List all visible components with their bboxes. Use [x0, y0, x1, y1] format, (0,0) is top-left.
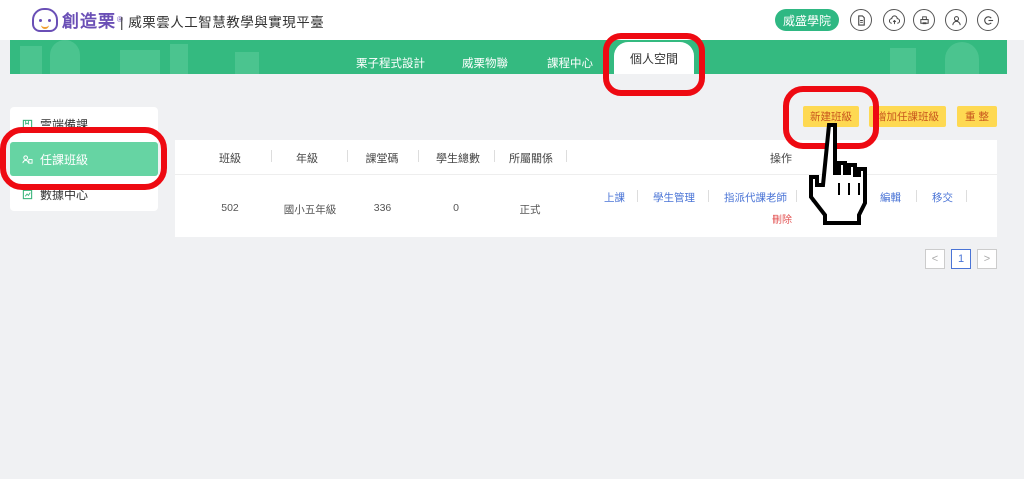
table-header-students: 學生總數 [436, 153, 480, 165]
cell-grade: 國小五年級 [283, 204, 337, 216]
op-assign-substitute[interactable]: 指派代課老師 [724, 190, 787, 205]
highlight-ring-classes [0, 127, 167, 190]
nav-tab-coding[interactable]: 栗子程式設計 [356, 55, 425, 71]
print-icon[interactable] [913, 9, 935, 31]
pagination-page-1[interactable]: 1 [951, 249, 971, 269]
cell-students: 0 [453, 202, 459, 214]
op-start-class[interactable]: 上課 [604, 190, 625, 205]
nav-tab-iot[interactable]: 威栗物聯 [462, 55, 508, 71]
logo[interactable]: 創造栗 ® [32, 7, 123, 32]
highlight-ring-personal-space [603, 33, 705, 96]
cell-class: 502 [221, 202, 239, 214]
cell-code: 336 [373, 202, 392, 214]
op-student-management[interactable]: 學生管理 [653, 190, 695, 205]
table-header-grade: 年級 [296, 153, 318, 165]
cell-relation: 正式 [519, 204, 541, 216]
reset-button[interactable]: 重 整 [957, 106, 997, 127]
op-transfer[interactable]: 移交 [932, 190, 953, 205]
pointing-hand-icon [809, 123, 867, 225]
op-delete[interactable]: 刪除 [772, 211, 792, 226]
user-icon[interactable] [945, 9, 967, 31]
pagination-prev[interactable]: < [925, 249, 945, 269]
table-header-code: 課堂碼 [365, 153, 399, 165]
table-header-relation: 所屬關係 [509, 153, 553, 165]
op-edit[interactable]: 編輯 [880, 190, 901, 205]
logo-text: 創造栗 [62, 12, 116, 31]
pagination-next[interactable]: > [977, 249, 997, 269]
chart-icon [22, 189, 33, 199]
main-nav: 栗子程式設計 威栗物聯 課程中心 [10, 40, 1007, 74]
site-title: | 威栗雲人工智慧教學與實現平臺 [120, 15, 325, 30]
table-header-operations: 操作 [770, 153, 792, 165]
document-icon[interactable] [850, 9, 872, 31]
logout-icon[interactable] [977, 9, 999, 31]
table-header-class: 班級 [219, 153, 241, 165]
nav-tab-courses[interactable]: 課程中心 [547, 55, 593, 71]
cloud-upload-icon[interactable] [883, 9, 905, 31]
school-button[interactable]: 威盛學院 [775, 9, 839, 31]
top-header: 創造栗 ® | 威栗雲人工智慧教學與實現平臺 威盛學院 [0, 0, 1024, 40]
logo-mascot-icon [32, 7, 58, 32]
